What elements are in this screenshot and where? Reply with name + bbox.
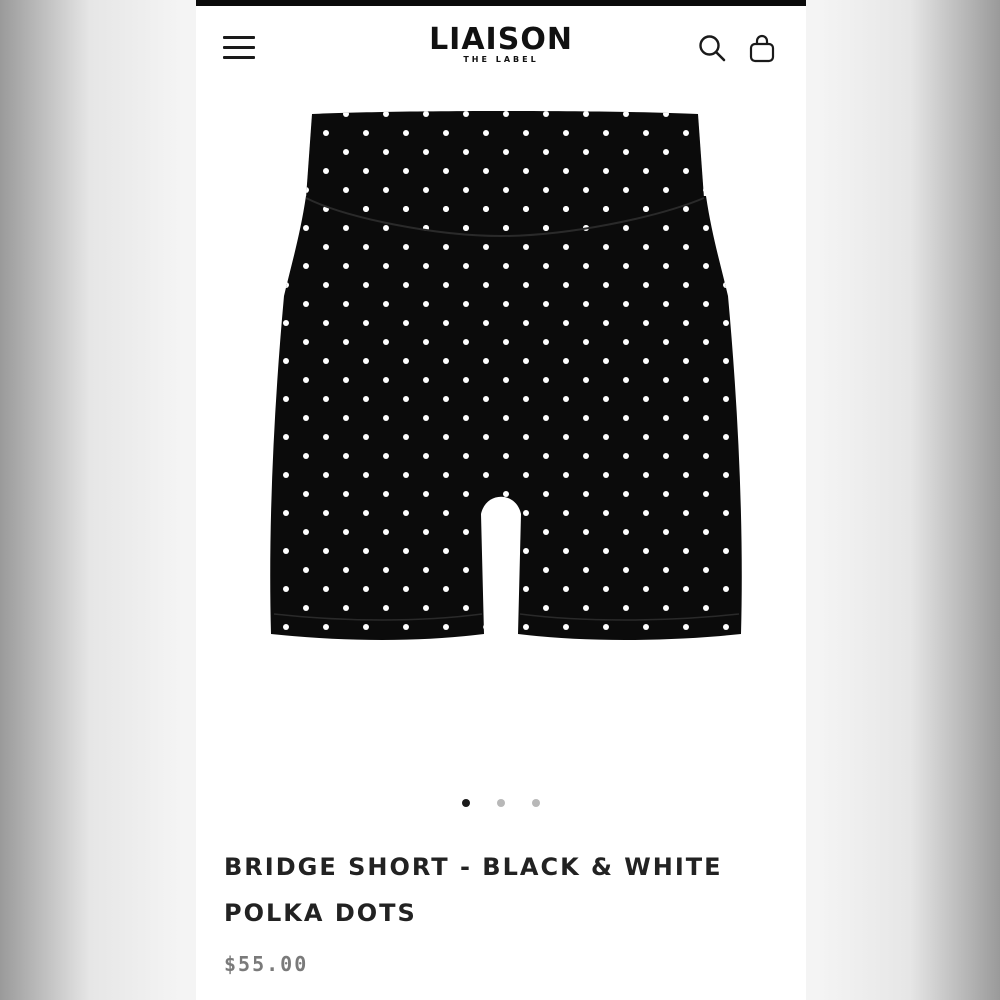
site-header: LIAISON THE LABEL	[196, 6, 806, 86]
search-icon	[699, 35, 726, 62]
carousel-dot-2[interactable]	[497, 798, 505, 807]
product-page: LIAISON THE LABEL BRIDGE SHORT - BLACK &…	[196, 0, 806, 1000]
hamburger-menu-icon	[223, 36, 255, 39]
menu-button[interactable]	[223, 36, 255, 60]
hamburger-menu-icon	[223, 56, 255, 59]
product-title-line-2: POLKA DOTS	[224, 899, 417, 927]
product-title: BRIDGE SHORT - BLACK & WHITE POLKA DOTS	[224, 844, 784, 936]
product-title-line-1: BRIDGE SHORT - BLACK & WHITE	[224, 853, 723, 881]
shopping-bag-icon	[749, 34, 775, 63]
carousel-dot-1[interactable]	[461, 798, 470, 807]
carousel-dot-3[interactable]	[532, 798, 541, 807]
brand-name: LIAISON	[429, 22, 573, 57]
carousel-indicators	[196, 792, 806, 807]
hamburger-menu-icon	[223, 46, 255, 49]
brand-logo[interactable]: LIAISON THE LABEL	[421, 24, 581, 65]
product-image-gallery[interactable]	[196, 86, 806, 766]
product-price: $55.00	[224, 952, 309, 976]
product-image[interactable]	[196, 86, 806, 766]
cart-button[interactable]	[747, 33, 777, 63]
search-button[interactable]	[697, 33, 727, 63]
